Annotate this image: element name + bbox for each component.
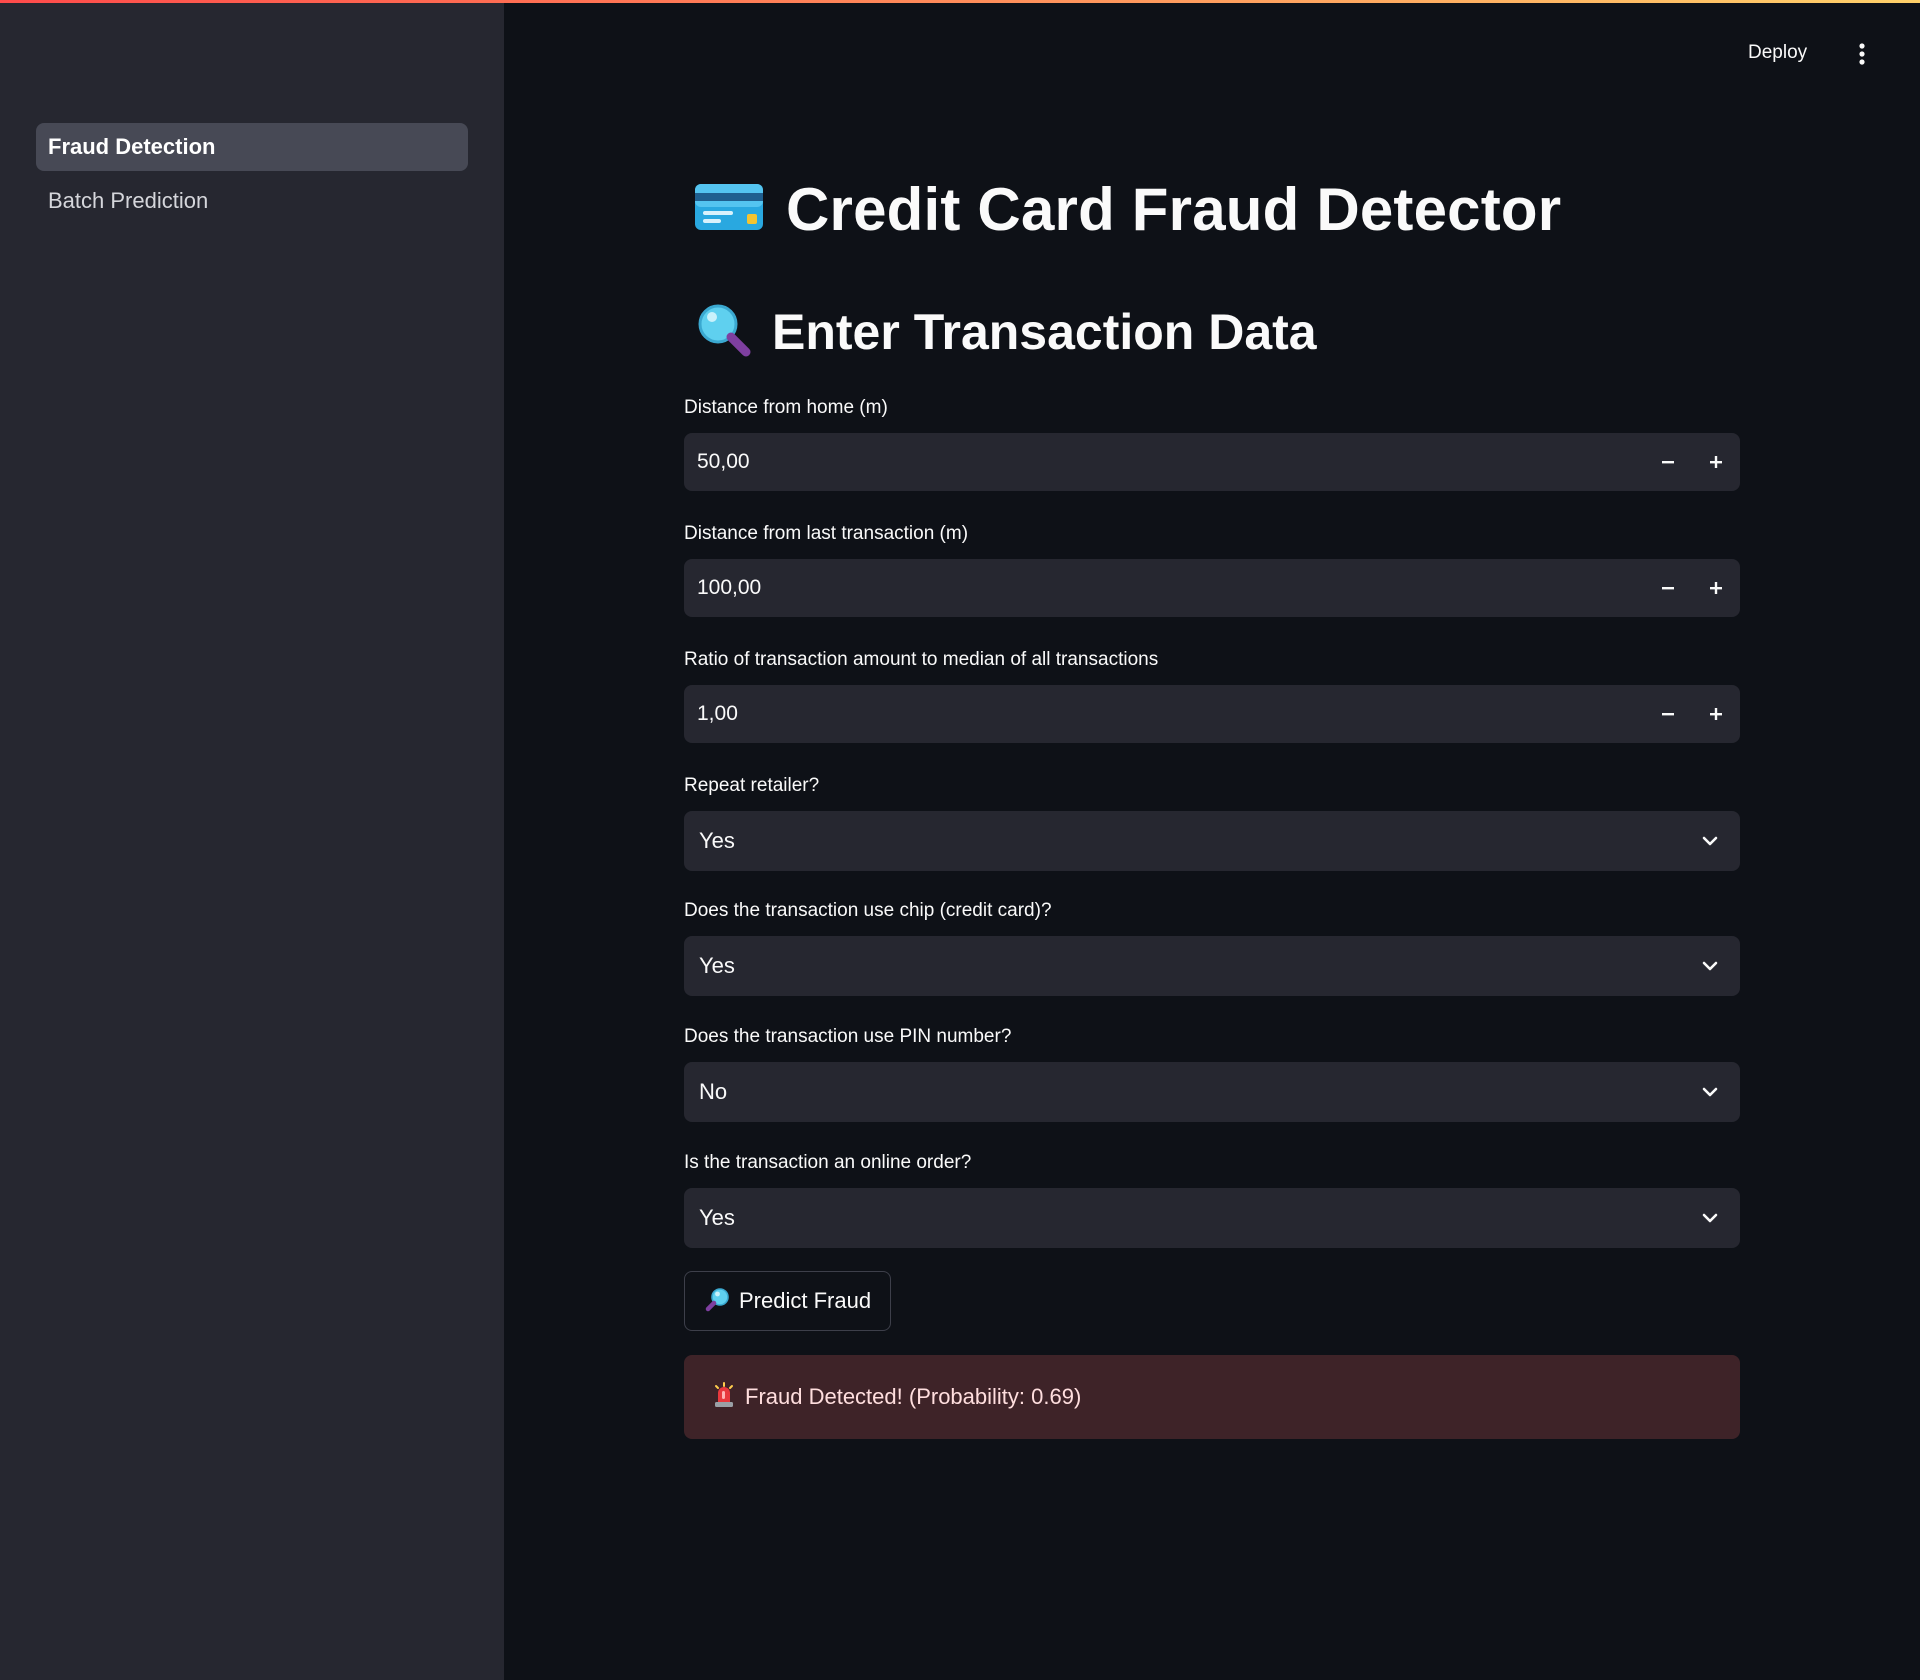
field-used-pin: Does the transaction use PIN number? No xyxy=(684,1024,1740,1122)
increment-button[interactable] xyxy=(1692,559,1740,617)
sidebar-item-batch-prediction[interactable]: Batch Prediction xyxy=(36,177,468,225)
deploy-button[interactable]: Deploy xyxy=(1742,38,1813,68)
magnifying-glass-icon xyxy=(705,1286,731,1317)
sidebar-item-fraud-detection[interactable]: Fraud Detection xyxy=(36,123,468,171)
chevron-down-icon[interactable] xyxy=(1680,835,1740,847)
magnifying-glass-icon xyxy=(694,300,752,363)
predict-fraud-button[interactable]: Predict Fraud xyxy=(684,1271,892,1331)
fraud-result-alert: Fraud Detected! (Probability: 0.69) xyxy=(684,1355,1740,1439)
ratio-to-median-input[interactable]: 1,00 xyxy=(684,685,1740,743)
select-value: No xyxy=(699,1079,728,1104)
section-heading-row: Enter Transaction Data xyxy=(694,300,1317,363)
decrement-button[interactable] xyxy=(1644,433,1692,491)
distance-from-last-transaction-input[interactable]: 100,00 xyxy=(684,559,1740,617)
select-value: Yes xyxy=(699,1205,735,1230)
field-label: Ratio of transaction amount to median of… xyxy=(684,649,1159,670)
online-order-select[interactable]: Yes xyxy=(684,1188,1740,1248)
chevron-down-icon[interactable] xyxy=(1680,1086,1740,1098)
field-online-order: Is the transaction an online order? Yes xyxy=(684,1150,1740,1248)
field-label: Does the transaction use PIN number? xyxy=(684,1026,1012,1047)
sidebar-nav: Fraud Detection Batch Prediction xyxy=(36,123,468,231)
top-accent-bar xyxy=(0,0,1920,3)
page-title-row: Credit Card Fraud Detector xyxy=(694,175,1561,244)
field-label: Distance from last transaction (m) xyxy=(684,523,969,544)
decrement-button[interactable] xyxy=(1644,559,1692,617)
field-repeat-retailer: Repeat retailer? Yes xyxy=(684,773,1740,871)
used-pin-select[interactable]: No xyxy=(684,1062,1740,1122)
field-used-chip: Does the transaction use chip (credit ca… xyxy=(684,898,1740,996)
chevron-down-icon[interactable] xyxy=(1680,1212,1740,1224)
field-ratio-to-median: Ratio of transaction amount to median of… xyxy=(684,647,1740,743)
section-heading: Enter Transaction Data xyxy=(772,303,1317,360)
vertical-dots-icon[interactable] xyxy=(1852,40,1872,68)
page-title: Credit Card Fraud Detector xyxy=(786,176,1562,243)
select-value: Yes xyxy=(699,953,735,978)
siren-icon xyxy=(713,1381,735,1413)
input-value[interactable]: 100,00 xyxy=(684,576,1644,600)
field-label: Does the transaction use chip (credit ca… xyxy=(684,900,1052,921)
sidebar: Fraud Detection Batch Prediction xyxy=(0,0,504,1680)
input-value[interactable]: 50,00 xyxy=(684,450,1644,474)
predict-fraud-label: Predict Fraud xyxy=(739,1288,872,1313)
fraud-result-text: Fraud Detected! (Probability: 0.69) xyxy=(745,1384,1082,1409)
increment-button[interactable] xyxy=(1692,433,1740,491)
used-chip-select[interactable]: Yes xyxy=(684,936,1740,996)
field-distance-from-home: Distance from home (m) 50,00 xyxy=(684,395,1740,491)
credit-card-icon xyxy=(694,181,764,238)
increment-button[interactable] xyxy=(1692,685,1740,743)
field-label: Distance from home (m) xyxy=(684,397,888,418)
chevron-down-icon[interactable] xyxy=(1680,960,1740,972)
repeat-retailer-select[interactable]: Yes xyxy=(684,811,1740,871)
distance-from-home-input[interactable]: 50,00 xyxy=(684,433,1740,491)
decrement-button[interactable] xyxy=(1644,685,1692,743)
field-label: Repeat retailer? xyxy=(684,775,820,796)
input-value[interactable]: 1,00 xyxy=(684,702,1644,726)
field-distance-from-last-transaction: Distance from last transaction (m) 100,0… xyxy=(684,521,1740,617)
field-label: Is the transaction an online order? xyxy=(684,1152,972,1173)
select-value: Yes xyxy=(699,828,735,853)
